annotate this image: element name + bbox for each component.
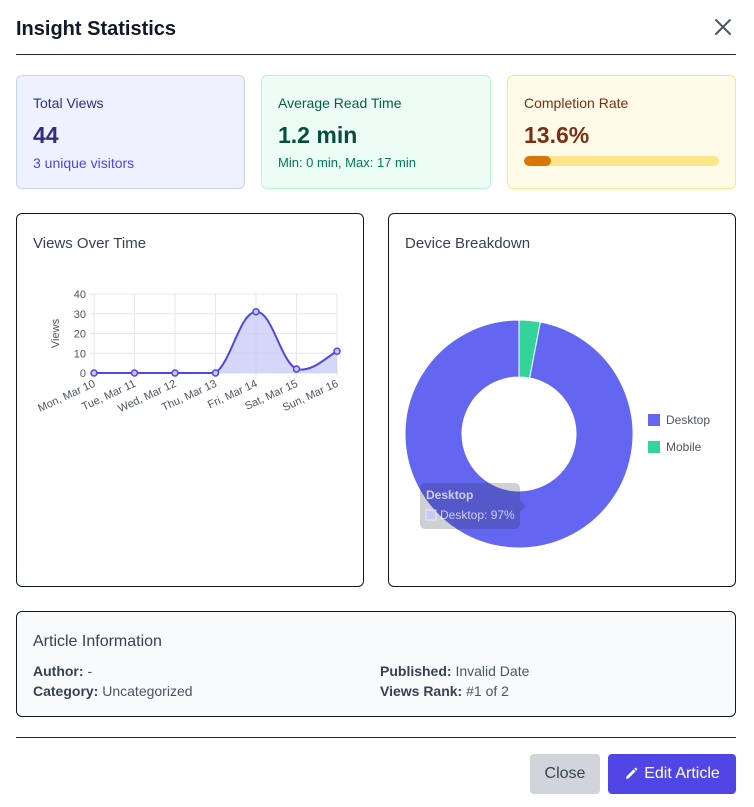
device-donut-chart: Desktop Mobile Desktop Desktop: 97% [404, 319, 710, 549]
views-chart-title: Views Over Time [33, 235, 147, 252]
device-breakdown-panel: Device Breakdown Desktop Mobile Desktop Des… [388, 213, 736, 587]
total-views-value: 44 [33, 122, 59, 148]
published-label: Published: [380, 663, 452, 679]
views-line-chart: 010203040ViewsMon, Mar 10Tue, Mar 11Wed,… [36, 289, 341, 415]
avg-read-time-value: 1.2 min [278, 122, 358, 148]
close-button[interactable]: Close [530, 754, 600, 794]
views-data-point[interactable] [333, 347, 341, 356]
device-chart-title: Device Breakdown [405, 235, 531, 252]
views-data-point[interactable] [252, 308, 260, 316]
views-rank-row: Views Rank: #1 of 2 [380, 683, 509, 699]
published-value: Invalid Date [455, 663, 530, 679]
category-value: Uncategorized [102, 683, 193, 699]
completion-rate-value: 13.6% [524, 122, 590, 148]
completion-rate-label: Completion Rate [524, 95, 629, 111]
chart-tooltip: Desktop Desktop: 97% [420, 483, 526, 529]
dialog-header: Insight Statistics [16, 0, 736, 55]
legend-swatch-mobile [648, 441, 660, 453]
author-row: Author: - [33, 663, 92, 679]
y-tick-label: 20 [74, 329, 86, 341]
legend-swatch-desktop [648, 414, 660, 426]
views-data-point[interactable] [130, 369, 139, 377]
y-tick-label: 30 [74, 309, 86, 321]
views-data-point[interactable] [292, 365, 301, 373]
y-tick-label: 10 [74, 348, 86, 360]
total-views-label: Total Views [33, 95, 104, 111]
unique-visitors-text: 3 unique visitors [33, 155, 135, 171]
views-data-point[interactable] [171, 369, 179, 377]
article-info-title: Article Information [33, 633, 162, 650]
dialog-title: Insight Statistics [16, 18, 177, 40]
tooltip-title: Desktop [426, 488, 473, 502]
read-time-range-text: Min: 0 min, Max: 17 min [278, 155, 416, 170]
y-tick-label: 0 [80, 368, 86, 380]
views-data-point[interactable] [211, 369, 220, 377]
edit-article-label: Edit Article [644, 765, 720, 782]
views-rank-value: #1 of 2 [466, 683, 509, 699]
completion-progress-bar [524, 156, 719, 166]
avg-read-time-label: Average Read Time [278, 95, 402, 111]
category-label: Category: [33, 683, 99, 699]
completion-rate-card: Completion Rate 13.6% [507, 75, 736, 189]
author-value: - [87, 663, 93, 679]
author-label: Author: [33, 663, 84, 679]
views-rank-label: Views Rank: [380, 683, 463, 699]
close-icon[interactable] [712, 16, 734, 38]
article-info-panel: Article Information Author: - Category: … [16, 611, 736, 717]
tooltip-text: Desktop: 97% [440, 508, 515, 522]
total-views-card: Total Views 44 3 unique visitors [16, 75, 245, 189]
edit-article-button[interactable]: Edit Article [608, 754, 736, 794]
y-axis-label: Views [50, 318, 62, 348]
pencil-icon [626, 767, 638, 779]
views-data-point[interactable] [90, 369, 98, 377]
legend-label-desktop: Desktop [666, 413, 710, 427]
completion-progress-fill [524, 156, 551, 166]
tooltip-swatch [425, 509, 437, 521]
category-row: Category: Uncategorized [33, 683, 193, 699]
y-tick-label: 40 [74, 289, 86, 301]
published-row: Published: Invalid Date [380, 663, 529, 679]
footer-divider [16, 737, 736, 738]
legend-label-mobile: Mobile [666, 440, 702, 454]
avg-read-time-card: Average Read Time 1.2 min Min: 0 min, Ma… [261, 75, 491, 189]
views-over-time-panel: Views Over Time 0 10 20 30 40 Views Mon, Mar 1… [16, 213, 364, 587]
